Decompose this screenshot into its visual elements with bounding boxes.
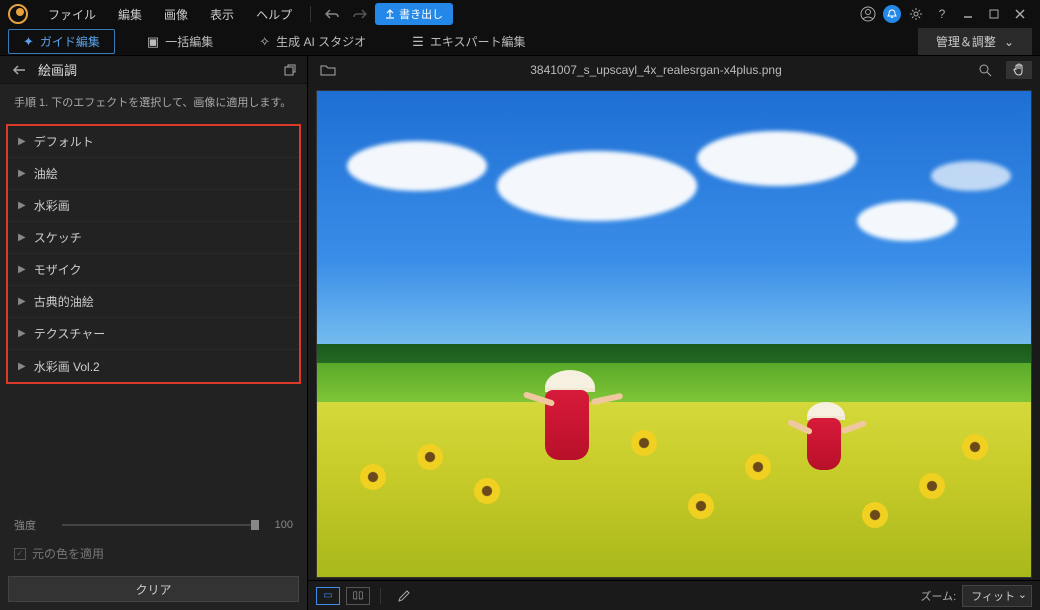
sidebar-instruction: 手順 1. 下のエフェクトを選択して、画像に適用します。 xyxy=(0,84,307,120)
menu-image[interactable]: 画像 xyxy=(154,2,198,27)
strength-label: 強度 xyxy=(14,517,54,533)
original-color-checkbox[interactable]: ✓ xyxy=(14,548,26,560)
category-label: 油絵 xyxy=(34,165,58,182)
category-label: スケッチ xyxy=(34,229,82,246)
menu-help[interactable]: ヘルプ xyxy=(246,2,302,27)
strength-value: 100 xyxy=(267,519,293,531)
folder-icon[interactable] xyxy=(316,61,340,79)
separator xyxy=(380,588,381,604)
minimize-icon[interactable] xyxy=(957,3,979,25)
upload-icon xyxy=(385,9,395,19)
app-logo xyxy=(8,4,28,24)
hand-tool-icon[interactable] xyxy=(1006,61,1032,79)
chevron-down-icon: ⌄ xyxy=(1004,35,1014,49)
separator xyxy=(310,6,311,22)
notification-icon[interactable] xyxy=(883,5,901,23)
undo-button[interactable] xyxy=(319,4,345,24)
help-icon[interactable]: ? xyxy=(931,3,953,25)
view-single-button[interactable]: ▭ xyxy=(316,587,340,605)
zoom-select[interactable]: フィット ⌄ xyxy=(962,585,1032,607)
original-color-row: ✓ 元の色を適用 xyxy=(0,539,307,568)
brush-tool-icon[interactable] xyxy=(391,587,415,605)
canvas-footer: ▭ ▯▯ ズーム: フィット ⌄ xyxy=(308,580,1040,610)
back-button[interactable] xyxy=(8,62,30,78)
top-menu-bar: ファイル 編集 画像 表示 ヘルプ 書き出し ? xyxy=(0,0,1040,28)
chevron-right-icon: ▶ xyxy=(18,296,26,307)
menu-view[interactable]: 表示 xyxy=(200,2,244,27)
category-watercolor[interactable]: ▶ 水彩画 xyxy=(8,190,299,222)
manage-label: 管理＆調整 xyxy=(936,33,996,50)
mode-expert-label: エキスパート編集 xyxy=(430,33,526,50)
strength-control: 強度 100 xyxy=(0,511,307,539)
wand-icon: ✦ xyxy=(23,34,34,50)
chevron-right-icon: ▶ xyxy=(18,264,26,275)
canvas-viewport[interactable] xyxy=(308,84,1040,580)
undock-icon[interactable] xyxy=(281,61,299,79)
chevron-right-icon: ▶ xyxy=(18,361,26,372)
category-oil[interactable]: ▶ 油絵 xyxy=(8,158,299,190)
filename-label: 3841007_s_upscayl_4x_realesrgan-x4plus.p… xyxy=(348,63,964,77)
sliders-icon: ☰ xyxy=(412,34,424,50)
export-button[interactable]: 書き出し xyxy=(375,3,453,25)
view-split-button[interactable]: ▯▯ xyxy=(346,587,370,605)
mode-guide-label: ガイド編集 xyxy=(40,33,100,50)
chevron-right-icon: ▶ xyxy=(18,200,26,211)
chevron-right-icon: ▶ xyxy=(18,168,26,179)
category-mosaic[interactable]: ▶ モザイク xyxy=(8,254,299,286)
category-sketch[interactable]: ▶ スケッチ xyxy=(8,222,299,254)
sidebar-header: 絵画調 xyxy=(0,56,307,84)
chevron-right-icon: ▶ xyxy=(18,136,26,147)
category-label: デフォルト xyxy=(34,133,94,150)
settings-icon[interactable] xyxy=(905,3,927,25)
chevron-down-icon: ⌄ xyxy=(1018,588,1027,601)
canvas-area: 3841007_s_upscayl_4x_realesrgan-x4plus.p… xyxy=(308,56,1040,610)
mode-guide-edit[interactable]: ✦ ガイド編集 xyxy=(8,29,115,54)
category-texture[interactable]: ▶ テクスチャー xyxy=(8,318,299,350)
category-classic-oil[interactable]: ▶ 古典的油絵 xyxy=(8,286,299,318)
maximize-icon[interactable] xyxy=(983,3,1005,25)
category-label: 水彩画 Vol.2 xyxy=(34,358,100,375)
mode-ai-studio[interactable]: ✧ 生成 AI スタジオ xyxy=(245,30,380,53)
clear-button[interactable]: クリア xyxy=(8,576,299,602)
categories-highlight: ▶ デフォルト ▶ 油絵 ▶ 水彩画 ▶ スケッチ ▶ モザイク ▶ 古典的油絵 ▶ テクスチ… xyxy=(6,124,301,384)
redo-button[interactable] xyxy=(347,4,373,24)
account-icon[interactable] xyxy=(857,3,879,25)
close-icon[interactable] xyxy=(1009,3,1031,25)
category-label: 水彩画 xyxy=(34,197,70,214)
mode-batch-edit[interactable]: ▣ 一括編集 xyxy=(133,30,227,53)
zoom-tool-icon[interactable] xyxy=(972,61,998,79)
export-label: 書き出し xyxy=(399,6,443,22)
menu-edit[interactable]: 編集 xyxy=(108,2,152,27)
ai-icon: ✧ xyxy=(259,34,270,50)
mode-expert-edit[interactable]: ☰ エキスパート編集 xyxy=(398,30,539,53)
menu-file[interactable]: ファイル xyxy=(38,2,106,27)
zoom-label: ズーム: xyxy=(920,588,956,604)
batch-icon: ▣ xyxy=(147,34,159,50)
effects-sidebar: 絵画調 手順 1. 下のエフェクトを選択して、画像に適用します。 ▶ デフォルト … xyxy=(0,56,308,610)
category-watercolor-vol2[interactable]: ▶ 水彩画 Vol.2 xyxy=(8,350,299,382)
category-label: モザイク xyxy=(34,261,82,278)
original-color-label: 元の色を適用 xyxy=(32,545,104,562)
manage-adjust-button[interactable]: 管理＆調整 ⌄ xyxy=(918,28,1032,55)
image-preview xyxy=(316,90,1032,578)
mode-batch-label: 一括編集 xyxy=(165,33,213,50)
category-label: 古典的油絵 xyxy=(34,293,94,310)
category-default[interactable]: ▶ デフォルト xyxy=(8,126,299,158)
mode-ai-label: 生成 AI スタジオ xyxy=(276,33,366,50)
sidebar-title: 絵画調 xyxy=(38,60,273,79)
chevron-right-icon: ▶ xyxy=(18,232,26,243)
slider-handle[interactable] xyxy=(251,520,259,530)
zoom-value: フィット xyxy=(971,591,1015,603)
category-label: テクスチャー xyxy=(34,325,106,342)
mode-bar: ✦ ガイド編集 ▣ 一括編集 ✧ 生成 AI スタジオ ☰ エキスパート編集 管… xyxy=(0,28,1040,56)
strength-slider[interactable] xyxy=(62,524,259,526)
canvas-header: 3841007_s_upscayl_4x_realesrgan-x4plus.p… xyxy=(308,56,1040,84)
chevron-right-icon: ▶ xyxy=(18,328,26,339)
